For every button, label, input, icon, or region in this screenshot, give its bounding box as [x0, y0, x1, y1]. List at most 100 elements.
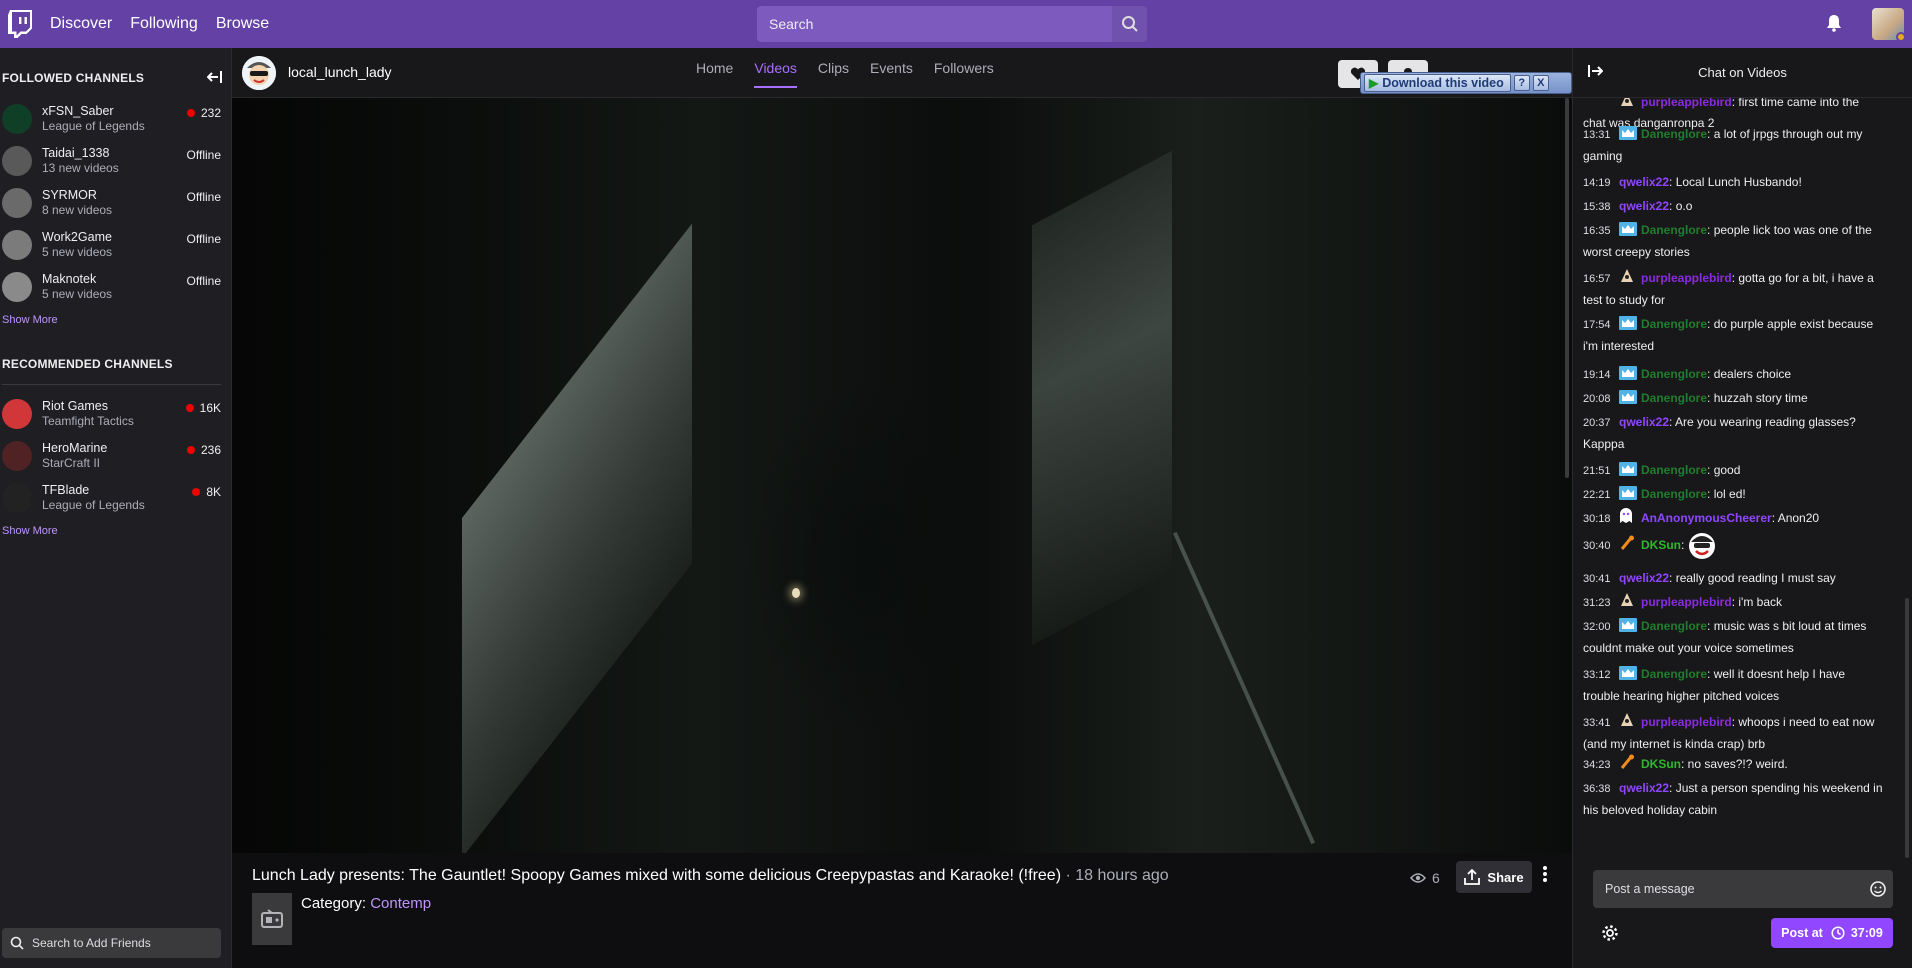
chat-timestamp[interactable]: 16:57: [1583, 269, 1619, 290]
channel-tabs: Home Videos Clips Events Followers: [696, 60, 1015, 88]
download-help-button[interactable]: ?: [1513, 75, 1530, 91]
chat-username[interactable]: qwelix22: [1619, 175, 1669, 189]
chat-timestamp[interactable]: 16:35: [1583, 221, 1619, 242]
channel-item[interactable]: TFBlade League of Legends 8K: [0, 477, 231, 519]
more-options-icon[interactable]: [1542, 865, 1548, 886]
chat-message: 20:08 Danenglore: huzzah story time: [1583, 388, 1883, 410]
nav-following[interactable]: Following: [130, 15, 198, 33]
collapse-sidebar-icon[interactable]: [206, 70, 223, 87]
channel-item[interactable]: Work2Game 5 new videos Offline: [0, 224, 231, 266]
chat-message: 33:12 Danenglore: well it doesnt help I h…: [1583, 665, 1846, 703]
view-count: 6: [1410, 870, 1440, 886]
chat-timestamp[interactable]: 36:38: [1583, 779, 1619, 800]
chat-timestamp[interactable]: 13:31: [1583, 125, 1619, 146]
chat-username[interactable]: Danenglore: [1641, 463, 1707, 477]
expand-chat-icon[interactable]: [1587, 64, 1604, 81]
search-input[interactable]: [757, 6, 1112, 42]
chat-username[interactable]: purpleapplebird: [1641, 271, 1732, 285]
channel-status: 8K: [192, 485, 221, 499]
download-close-button[interactable]: X: [1532, 75, 1549, 91]
channel-item[interactable]: HeroMarine StarCraft II 236: [0, 435, 231, 477]
channel-info: SYRMOR 8 new videos: [42, 188, 112, 218]
channel-info: xFSN_Saber League of Legends: [42, 104, 145, 134]
channel-item[interactable]: xFSN_Saber League of Legends 232: [0, 98, 231, 140]
share-button[interactable]: Share: [1456, 861, 1532, 893]
video-player[interactable]: [232, 98, 1572, 853]
chat-header: Chat on Videos: [1573, 48, 1912, 98]
show-more-recommended[interactable]: Show More: [0, 525, 231, 537]
chat-username[interactable]: DKSun: [1641, 538, 1681, 552]
channel-status: Offline: [187, 274, 221, 288]
chat-username[interactable]: Danenglore: [1641, 619, 1707, 633]
chat-username[interactable]: DKSun: [1641, 757, 1681, 771]
tab-home[interactable]: Home: [696, 60, 733, 88]
chat-username[interactable]: Danenglore: [1641, 667, 1707, 681]
tab-events[interactable]: Events: [870, 60, 913, 88]
chat-username[interactable]: purpleapplebird: [1641, 715, 1732, 729]
tab-videos[interactable]: Videos: [754, 60, 797, 88]
chat-timestamp[interactable]: 14:19: [1583, 173, 1619, 194]
tab-clips[interactable]: Clips: [818, 60, 849, 88]
download-video-button[interactable]: ▶ Download this video: [1364, 74, 1511, 92]
chat-username[interactable]: qwelix22: [1619, 415, 1669, 429]
chat-timestamp[interactable]: 30:41: [1583, 569, 1619, 590]
chat-settings-gear-icon[interactable]: [1601, 924, 1619, 945]
chat-timestamp[interactable]: 17:54: [1583, 315, 1619, 336]
channel-item[interactable]: Riot Games Teamfight Tactics 16K: [0, 393, 231, 435]
channel-item[interactable]: Maknotek 5 new videos Offline: [0, 266, 231, 308]
chat-timestamp[interactable]: 15:38: [1583, 197, 1619, 218]
chat-username[interactable]: Danenglore: [1641, 391, 1707, 405]
chat-username[interactable]: Danenglore: [1641, 487, 1707, 501]
chat-timestamp[interactable]: 19:14: [1583, 365, 1619, 386]
chat-timestamp[interactable]: 20:08: [1583, 389, 1619, 410]
chat-message: 16:35 Danenglore: people lick too was one…: [1583, 221, 1872, 259]
chat-timestamp[interactable]: 32:00: [1583, 617, 1619, 638]
chat-username[interactable]: Danenglore: [1641, 317, 1707, 331]
channel-subtitle: Teamfight Tactics: [42, 414, 134, 428]
twitch-logo-icon[interactable]: [8, 10, 34, 38]
nav-discover[interactable]: Discover: [50, 15, 112, 33]
show-more-followed[interactable]: Show More: [0, 314, 231, 326]
category-boxart[interactable]: [252, 893, 292, 945]
chat-username[interactable]: qwelix22: [1619, 199, 1669, 213]
chat-username[interactable]: AnAnonymousCheerer: [1641, 511, 1772, 525]
chat-input[interactable]: [1593, 870, 1863, 908]
channel-item[interactable]: Taidai_1338 13 new videos Offline: [0, 140, 231, 182]
channel-item[interactable]: SYRMOR 8 new videos Offline: [0, 182, 231, 224]
tab-followers[interactable]: Followers: [934, 60, 994, 88]
chat-timestamp[interactable]: 30:18: [1583, 509, 1619, 530]
friend-search-input[interactable]: [32, 936, 212, 950]
chat-timestamp[interactable]: 33:12: [1583, 665, 1619, 686]
chat-username[interactable]: Danenglore: [1641, 127, 1707, 141]
chat-timestamp[interactable]: 31:23: [1583, 593, 1619, 614]
chat-username[interactable]: qwelix22: [1619, 571, 1669, 585]
channel-name[interactable]: local_lunch_lady: [288, 64, 392, 80]
chat-username[interactable]: Danenglore: [1641, 367, 1707, 381]
chat-timestamp[interactable]: 33:41: [1583, 713, 1619, 734]
category-link[interactable]: Contemp: [370, 895, 431, 912]
smiley-icon[interactable]: [1869, 880, 1887, 901]
chat-message: 30:18 AnAnonymousCheerer: Anon20: [1583, 508, 1883, 530]
chat-username[interactable]: purpleapplebird: [1641, 595, 1732, 609]
channel-avatar[interactable]: [242, 56, 276, 90]
nav-browse[interactable]: Browse: [216, 15, 269, 33]
chat-timestamp[interactable]: 20:37: [1583, 413, 1619, 434]
chat-message-list[interactable]: purpleapplebird: first time came into th…: [1573, 98, 1912, 908]
search-button[interactable]: [1112, 6, 1147, 42]
channel-status-text: Offline: [186, 232, 221, 246]
chat-username[interactable]: Danenglore: [1641, 223, 1707, 237]
chat-scroll-thumb[interactable]: [1905, 598, 1909, 858]
chat-username[interactable]: qwelix22: [1619, 781, 1669, 795]
chat-username[interactable]: purpleapplebird: [1641, 98, 1732, 109]
ghost-badge-icon: [1619, 508, 1637, 523]
notifications-bell-icon[interactable]: [1826, 14, 1842, 35]
chat-timestamp[interactable]: 34:23: [1583, 755, 1619, 776]
chat-timestamp[interactable]: 30:40: [1583, 536, 1619, 557]
category-line: Category: Contemp: [301, 895, 431, 912]
chat-scrollbar[interactable]: [1905, 98, 1909, 908]
chat-timestamp[interactable]: 22:21: [1583, 485, 1619, 506]
chat-timestamp[interactable]: 21:51: [1583, 461, 1619, 482]
chat-message: 22:21 Danenglore: lol ed!: [1583, 484, 1883, 506]
post-at-button[interactable]: Post at 37:09: [1771, 918, 1893, 948]
page-scrollbar[interactable]: [1565, 98, 1569, 478]
